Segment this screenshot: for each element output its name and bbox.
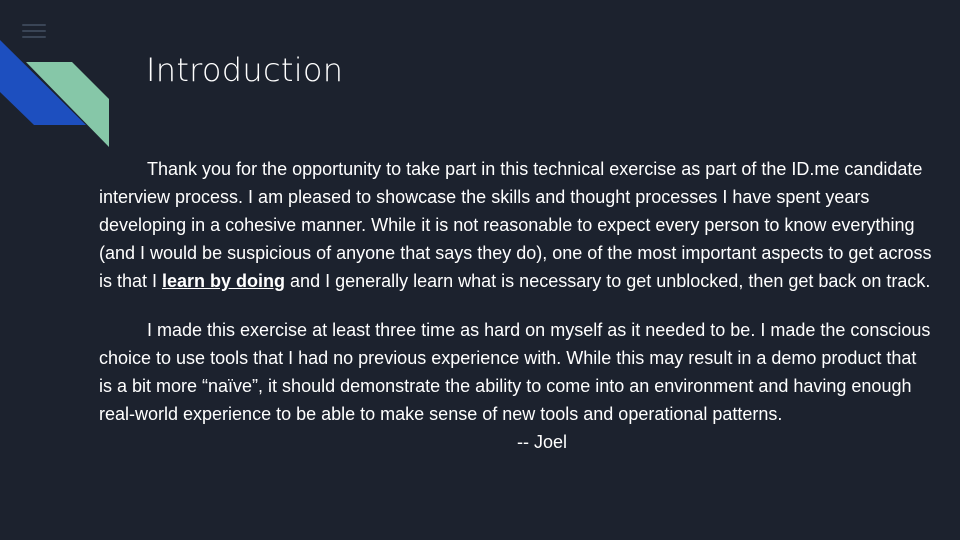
slide-title: Introduction <box>146 51 344 89</box>
signature: -- Joel <box>517 432 568 452</box>
paragraph-1: Thank you for the opportunity to take pa… <box>99 155 934 295</box>
corner-decoration <box>0 40 109 147</box>
hamburger-menu-icon[interactable] <box>22 24 46 40</box>
paragraph-1-continuation: and I generally learn what is necessary … <box>285 271 931 291</box>
emphasis-learn-by-doing: learn by doing <box>162 271 286 291</box>
slide: Introduction Thank you for the opportuni… <box>0 0 960 540</box>
slide-body: Thank you for the opportunity to take pa… <box>99 155 934 477</box>
paragraph-2: I made this exercise at least three time… <box>99 316 934 456</box>
paragraph-2-text: I made this exercise at least three time… <box>99 320 931 424</box>
